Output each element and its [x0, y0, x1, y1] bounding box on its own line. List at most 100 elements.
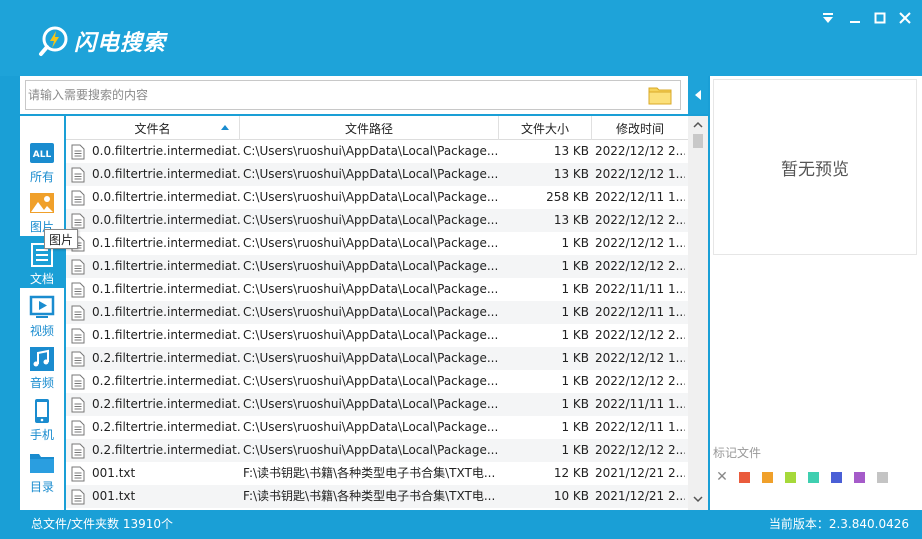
text-file-icon — [71, 351, 85, 367]
preview-panel: 暂无预览 标记文件 ✕ — [710, 76, 922, 510]
file-size-cell: 1 KB — [561, 328, 589, 342]
category-sidebar: ALL 所有 图片 文档 视频 音频 手机 目录 — [20, 116, 64, 510]
column-header-path[interactable]: 文件路径 — [240, 116, 499, 140]
clear-mark-icon[interactable]: ✕ — [716, 470, 728, 484]
svg-text:ALL: ALL — [33, 150, 52, 160]
folder-browse-icon[interactable] — [648, 85, 672, 105]
file-path-cell: C:\Users\ruoshui\AppData\Local\Package..… — [243, 144, 499, 158]
mark-color-swatch[interactable] — [808, 471, 819, 483]
text-file-icon — [71, 144, 85, 160]
modified-time-cell: 2022/12/12 2... — [595, 144, 685, 158]
table-row[interactable]: 0.2.filtertrie.intermediat... C:\Users\ru… — [66, 439, 688, 462]
all-icon: ALL — [30, 143, 54, 163]
modified-time-cell: 2021/12/21 2... — [595, 489, 685, 503]
file-name-cell: 0.1.filtertrie.intermediat... — [92, 259, 240, 273]
table-row[interactable]: 001.txt F:\读书钥匙\书籍\各种类型电子书合集\TXT电... 10 KB… — [66, 485, 688, 508]
file-size-cell: 12 KB — [553, 466, 589, 480]
mark-color-swatch[interactable] — [831, 471, 842, 483]
mark-color-swatch[interactable] — [854, 471, 865, 483]
file-name-cell: 0.1.filtertrie.intermediat... — [92, 282, 240, 296]
file-path-cell: C:\Users\ruoshui\AppData\Local\Package..… — [243, 282, 499, 296]
category-video[interactable]: 视频 — [20, 288, 64, 340]
text-file-icon — [71, 420, 85, 436]
file-path-cell: C:\Users\ruoshui\AppData\Local\Package..… — [243, 213, 499, 227]
file-name-cell: 0.2.filtertrie.intermediat... — [92, 374, 240, 388]
total-count-text: 总文件/文件夹数 13910个 — [31, 517, 174, 531]
file-size-cell: 1 KB — [561, 236, 589, 250]
mark-color-swatch[interactable] — [785, 471, 796, 483]
table-row[interactable]: 0.2.filtertrie.intermediat... C:\Users\ru… — [66, 347, 688, 370]
file-name-cell: 0.0.filtertrie.intermediat... — [92, 213, 240, 227]
text-file-icon — [71, 167, 85, 183]
text-file-icon — [71, 213, 85, 229]
phone-icon — [35, 399, 49, 423]
scroll-up-icon[interactable] — [692, 120, 704, 130]
vertical-scrollbar[interactable] — [688, 116, 708, 510]
modified-time-cell: 2022/12/12 1... — [595, 351, 685, 365]
scroll-down-icon[interactable] — [692, 494, 704, 504]
collapse-preview-button[interactable] — [688, 76, 708, 114]
text-file-icon — [71, 397, 85, 413]
menu-dropdown-icon[interactable] — [820, 10, 836, 26]
video-icon — [29, 295, 55, 318]
mark-color-swatch[interactable] — [762, 471, 773, 483]
column-header-size[interactable]: 文件大小 — [499, 116, 592, 140]
search-box — [25, 80, 681, 110]
file-path-cell: C:\Users\ruoshui\AppData\Local\Package..… — [243, 420, 499, 434]
table-row[interactable]: 0.1.filtertrie.intermediat... C:\Users\ru… — [66, 301, 688, 324]
table-row[interactable]: 0.2.filtertrie.intermediat... C:\Users\ru… — [66, 370, 688, 393]
version-text: 当前版本：2.3.840.0426 — [768, 517, 909, 531]
column-header-name[interactable]: 文件名 — [66, 116, 240, 140]
image-icon — [30, 193, 54, 213]
table-row[interactable]: 0.2.filtertrie.intermediat... C:\Users\ru… — [66, 393, 688, 416]
category-all[interactable]: ALL 所有 — [20, 134, 64, 186]
table-row[interactable]: 0.0.filtertrie.intermediat... C:\Users\ru… — [66, 163, 688, 186]
minimize-icon[interactable] — [847, 10, 863, 26]
file-name-cell: 0.0.filtertrie.intermediat... — [92, 167, 240, 181]
table-row[interactable]: 0.0.filtertrie.intermediat... C:\Users\ru… — [66, 209, 688, 232]
text-file-icon — [71, 259, 85, 275]
category-label: 所有 — [29, 170, 54, 184]
category-audio[interactable]: 音频 — [20, 340, 64, 392]
file-size-cell: 1 KB — [561, 282, 589, 296]
folder-icon — [30, 454, 54, 473]
music-icon — [30, 347, 54, 371]
column-header-modified[interactable]: 修改时间 — [592, 116, 688, 140]
app-title: 闪电搜索 — [74, 31, 167, 56]
file-size-cell: 13 KB — [553, 213, 589, 227]
file-size-cell: 13 KB — [553, 167, 589, 181]
table-row[interactable]: 001.txt F:\读书钥匙\书籍\各种类型电子书合集\TXT电... 12 KB… — [66, 462, 688, 485]
text-file-icon — [71, 282, 85, 298]
file-name-cell: 001.txt — [92, 466, 136, 480]
file-path-cell: F:\读书钥匙\书籍\各种类型电子书合集\TXT电... — [243, 466, 496, 480]
category-directory[interactable]: 目录 — [20, 444, 64, 496]
modified-time-cell: 2022/12/12 2... — [595, 443, 685, 457]
table-row[interactable]: 0.1.filtertrie.intermediat... C:\Users\ru… — [66, 324, 688, 347]
text-file-icon — [71, 374, 85, 390]
status-bar: 总文件/文件夹数 13910个 当前版本：2.3.840.0426 — [0, 510, 922, 539]
mark-color-swatch[interactable] — [739, 471, 750, 483]
file-name-cell: 0.1.filtertrie.intermediat... — [92, 305, 240, 319]
table-row[interactable]: 0.2.filtertrie.intermediat... C:\Users\ru… — [66, 416, 688, 439]
file-size-cell: 1 KB — [561, 420, 589, 434]
modified-time-cell: 2021/12/21 2... — [595, 466, 685, 480]
category-label: 手机 — [29, 428, 54, 442]
preview-box: 暂无预览 — [713, 79, 917, 255]
title-bar: 闪电搜索 — [0, 0, 922, 76]
file-size-cell: 1 KB — [561, 259, 589, 273]
app-logo: 闪电搜索 — [38, 24, 188, 58]
category-phone[interactable]: 手机 — [20, 392, 64, 444]
search-input[interactable] — [28, 83, 638, 107]
category-label: 文档 — [29, 272, 54, 286]
text-file-icon — [71, 328, 85, 344]
table-row[interactable]: 0.1.filtertrie.intermediat... C:\Users\ru… — [66, 255, 688, 278]
maximize-icon[interactable] — [872, 10, 888, 26]
table-row[interactable]: 0.0.filtertrie.intermediat... C:\Users\ru… — [66, 140, 688, 163]
close-icon[interactable] — [897, 10, 913, 26]
scroll-thumb[interactable] — [693, 134, 703, 148]
mark-color-swatch[interactable] — [877, 471, 888, 483]
table-row[interactable]: 0.1.filtertrie.intermediat... C:\Users\ru… — [66, 232, 688, 255]
modified-time-cell: 2022/12/12 2... — [595, 259, 685, 273]
table-row[interactable]: 0.0.filtertrie.intermediat... C:\Users\ru… — [66, 186, 688, 209]
table-row[interactable]: 0.1.filtertrie.intermediat... C:\Users\ru… — [66, 278, 688, 301]
